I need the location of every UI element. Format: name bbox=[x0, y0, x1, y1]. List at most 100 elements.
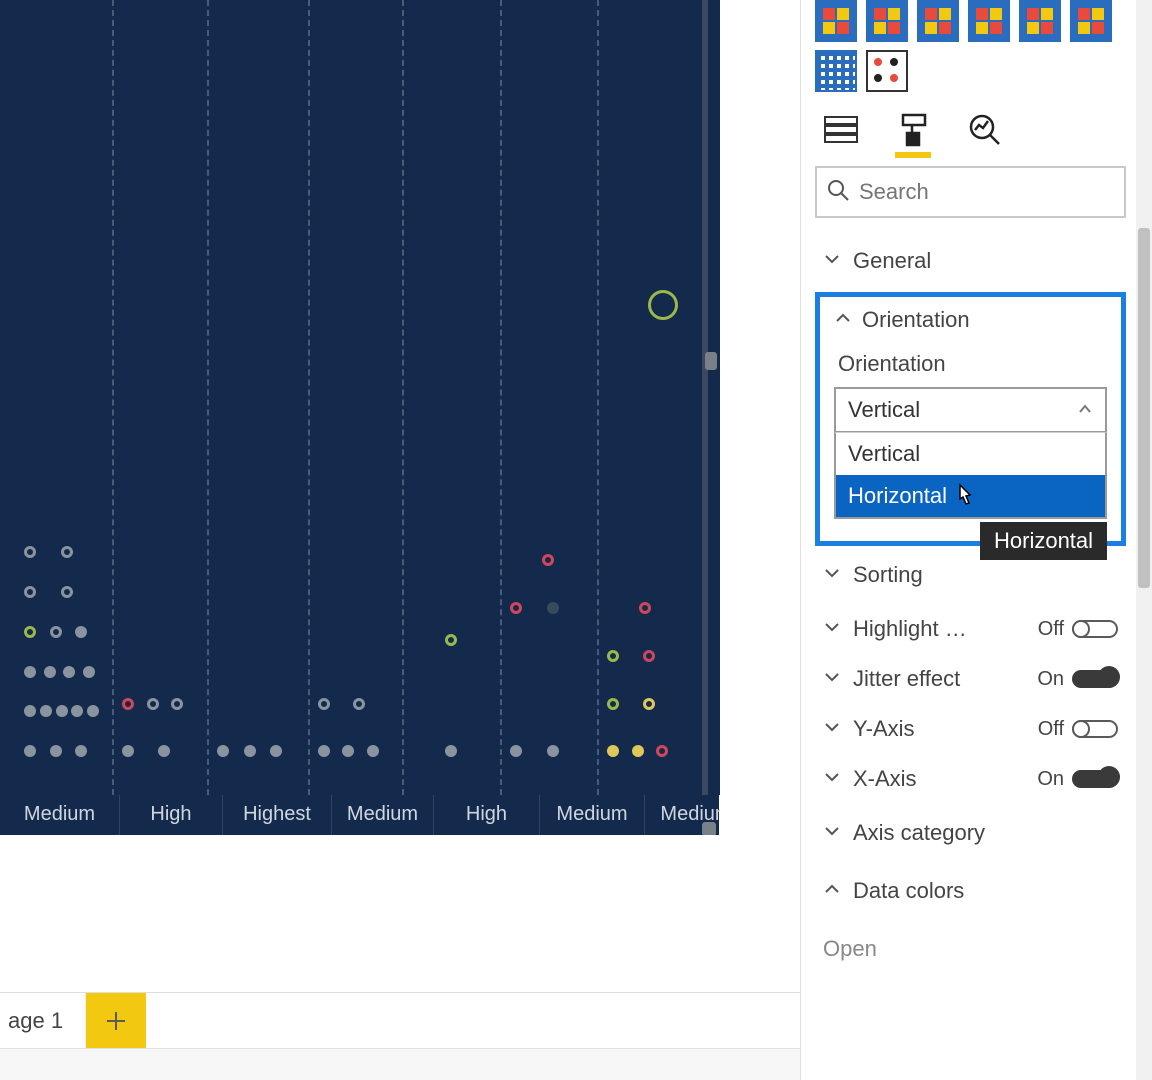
data-point[interactable] bbox=[244, 745, 256, 757]
section-open[interactable]: Open bbox=[815, 920, 1126, 978]
analytics-tab-icon[interactable] bbox=[965, 110, 1005, 150]
section-highlight[interactable]: Highlight … Off bbox=[815, 604, 1126, 654]
data-point[interactable] bbox=[122, 698, 134, 710]
data-point[interactable] bbox=[63, 666, 75, 678]
section-data-colors[interactable]: Data colors bbox=[815, 862, 1126, 920]
section-label: Sorting bbox=[853, 562, 923, 588]
custom-visual-icon[interactable] bbox=[1019, 0, 1061, 42]
section-jitter[interactable]: Jitter effect On bbox=[815, 654, 1126, 704]
custom-visual-icon-matrix[interactable] bbox=[815, 50, 857, 92]
data-point[interactable] bbox=[24, 546, 36, 558]
data-point[interactable] bbox=[656, 745, 668, 757]
axis-category-label: Highest bbox=[223, 795, 332, 835]
jitter-toggle[interactable]: On bbox=[1037, 668, 1118, 691]
chart-hscroll-thumb[interactable] bbox=[702, 822, 716, 835]
panel-scrollbar[interactable] bbox=[1136, 0, 1152, 1080]
data-point[interactable] bbox=[607, 698, 619, 710]
data-point[interactable] bbox=[547, 602, 559, 614]
data-point[interactable] bbox=[342, 745, 354, 757]
data-point[interactable] bbox=[71, 705, 83, 717]
data-point[interactable] bbox=[171, 698, 183, 710]
section-yaxis[interactable]: Y-Axis Off bbox=[815, 704, 1126, 754]
data-point[interactable] bbox=[147, 698, 159, 710]
data-point[interactable] bbox=[24, 626, 36, 638]
chevron-down-icon bbox=[823, 716, 841, 742]
data-point[interactable] bbox=[87, 705, 99, 717]
data-point[interactable] bbox=[607, 650, 619, 662]
format-panel: General Orientation Orientation Vertical… bbox=[800, 0, 1136, 1080]
data-point[interactable] bbox=[158, 745, 170, 757]
report-canvas[interactable]: MediumHighHighestMediumHighMediumMedium … bbox=[0, 0, 800, 1080]
toggle-state-label: Off bbox=[1038, 618, 1064, 641]
data-point[interactable] bbox=[318, 698, 330, 710]
data-point[interactable] bbox=[75, 626, 87, 638]
data-point[interactable] bbox=[639, 602, 651, 614]
chevron-down-icon bbox=[823, 666, 841, 692]
data-point[interactable] bbox=[547, 745, 559, 757]
data-point[interactable] bbox=[353, 698, 365, 710]
data-point[interactable] bbox=[318, 745, 330, 757]
section-general[interactable]: General bbox=[815, 232, 1126, 290]
data-point[interactable] bbox=[648, 290, 678, 320]
panel-scroll-thumb[interactable] bbox=[1138, 228, 1150, 588]
chart-visual[interactable]: MediumHighHighestMediumHighMediumMedium bbox=[0, 0, 720, 835]
search-input[interactable] bbox=[859, 179, 1114, 205]
data-point[interactable] bbox=[367, 745, 379, 757]
add-page-button[interactable] bbox=[86, 993, 146, 1049]
data-point[interactable] bbox=[24, 586, 36, 598]
data-point[interactable] bbox=[643, 650, 655, 662]
data-point[interactable] bbox=[445, 634, 457, 646]
chart-vertical-scrollbar[interactable] bbox=[702, 0, 708, 795]
data-point[interactable] bbox=[24, 745, 36, 757]
data-point[interactable] bbox=[542, 554, 554, 566]
data-point[interactable] bbox=[50, 745, 62, 757]
yaxis-toggle[interactable]: Off bbox=[1038, 718, 1118, 741]
data-point[interactable] bbox=[40, 705, 52, 717]
custom-visual-icon-dots[interactable] bbox=[866, 50, 908, 92]
section-label: Data colors bbox=[853, 878, 964, 904]
data-point[interactable] bbox=[75, 745, 87, 757]
highlight-toggle[interactable]: Off bbox=[1038, 618, 1118, 641]
data-point[interactable] bbox=[122, 745, 134, 757]
custom-visual-icon[interactable] bbox=[917, 0, 959, 42]
axis-category-label: High bbox=[434, 795, 540, 835]
custom-visual-icon[interactable] bbox=[866, 0, 908, 42]
section-xaxis[interactable]: X-Axis On bbox=[815, 754, 1126, 804]
data-point[interactable] bbox=[24, 666, 36, 678]
data-point[interactable] bbox=[24, 705, 36, 717]
chevron-down-icon bbox=[823, 766, 841, 792]
axis-category-label: Medium bbox=[332, 795, 434, 835]
orientation-field-label: Orientation bbox=[838, 351, 1103, 377]
orientation-option-vertical[interactable]: Vertical bbox=[836, 433, 1105, 475]
section-orientation-header[interactable]: Orientation bbox=[834, 307, 1107, 333]
format-tab-icon[interactable] bbox=[893, 110, 933, 150]
custom-visual-icon[interactable] bbox=[968, 0, 1010, 42]
viz-gallery-row bbox=[815, 0, 1126, 42]
fields-tab-icon[interactable] bbox=[821, 110, 861, 150]
data-point[interactable] bbox=[270, 745, 282, 757]
data-point[interactable] bbox=[61, 546, 73, 558]
data-point[interactable] bbox=[510, 602, 522, 614]
data-point[interactable] bbox=[56, 705, 68, 717]
data-point[interactable] bbox=[217, 745, 229, 757]
data-point[interactable] bbox=[61, 586, 73, 598]
section-axis-category[interactable]: Axis category bbox=[815, 804, 1126, 862]
page-tab-active[interactable]: age 1 bbox=[0, 993, 86, 1049]
data-point[interactable] bbox=[44, 666, 56, 678]
data-point[interactable] bbox=[632, 745, 644, 757]
xaxis-toggle[interactable]: On bbox=[1037, 768, 1118, 791]
data-point[interactable] bbox=[445, 745, 457, 757]
data-point[interactable] bbox=[643, 698, 655, 710]
search-icon bbox=[827, 179, 849, 206]
data-point[interactable] bbox=[83, 666, 95, 678]
section-label: Axis category bbox=[853, 820, 985, 846]
orientation-option-horizontal[interactable]: Horizontal bbox=[836, 475, 1105, 517]
custom-visual-icon[interactable] bbox=[1070, 0, 1112, 42]
format-search[interactable] bbox=[815, 166, 1126, 218]
orientation-select[interactable]: Vertical bbox=[834, 387, 1107, 433]
chart-scroll-thumb[interactable] bbox=[705, 352, 717, 370]
data-point[interactable] bbox=[510, 745, 522, 757]
custom-visual-icon[interactable] bbox=[815, 0, 857, 42]
data-point[interactable] bbox=[50, 626, 62, 638]
data-point[interactable] bbox=[607, 745, 619, 757]
